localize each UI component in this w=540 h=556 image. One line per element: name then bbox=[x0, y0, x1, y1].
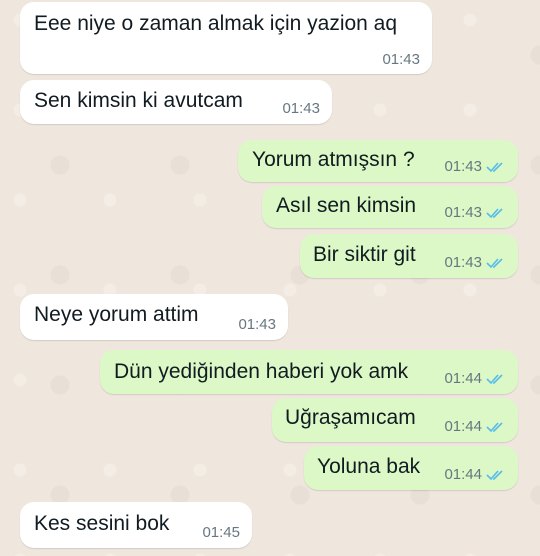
message-bubble-outgoing[interactable]: Asıl sen kimsin 01:43 bbox=[262, 186, 518, 228]
message-time: 01:43 bbox=[282, 100, 320, 117]
double-check-read-icon bbox=[486, 373, 503, 384]
message-bubble-outgoing[interactable]: Yorum atmışsın ? 01:43 bbox=[238, 140, 518, 182]
message-bubble-incoming[interactable]: Eee niye o zaman almak için yazion aq 01… bbox=[20, 2, 432, 74]
message-time: 01:44 bbox=[444, 418, 482, 435]
message-timestamp: 01:43 bbox=[238, 316, 276, 333]
message-timestamp: 01:43 bbox=[444, 254, 506, 271]
message-text: Uğraşamıcam bbox=[285, 406, 416, 429]
message-time: 01:43 bbox=[444, 254, 482, 271]
message-text: Sen kimsin ki avutcam bbox=[34, 89, 243, 112]
message-timestamp: 01:44 bbox=[444, 418, 506, 435]
message-text: Kes sesini bok bbox=[34, 512, 170, 535]
message-time: 01:43 bbox=[444, 204, 482, 221]
message-text: Yoluna bak bbox=[317, 455, 421, 478]
message-bubble-outgoing[interactable]: Bir siktir git 01:43 bbox=[300, 234, 518, 278]
message-timestamp: 01:43 bbox=[444, 204, 506, 221]
message-text: Eee niye o zaman almak için yazion aq bbox=[34, 12, 398, 35]
double-check-read-icon bbox=[486, 207, 503, 218]
message-bubble-outgoing[interactable]: Dün yediğinden haberi yok amk 01:44 bbox=[100, 350, 518, 394]
message-text: Dün yediğinden haberi yok amk bbox=[114, 360, 409, 383]
message-timestamp: 01:44 bbox=[444, 370, 506, 387]
message-time: 01:43 bbox=[238, 316, 276, 333]
double-check-read-icon bbox=[486, 257, 503, 268]
double-check-read-icon bbox=[486, 161, 503, 172]
message-bubble-incoming[interactable]: Neye yorum attim 01:43 bbox=[20, 294, 288, 340]
message-time: 01:45 bbox=[202, 524, 240, 541]
message-bubble-incoming[interactable]: Kes sesini bok 01:45 bbox=[20, 502, 252, 548]
message-text: Yorum atmışsın ? bbox=[252, 148, 415, 171]
message-text: Bir siktir git bbox=[313, 243, 416, 266]
message-time: 01:43 bbox=[444, 158, 482, 175]
message-bubble-outgoing[interactable]: Uğraşamıcam 01:44 bbox=[272, 398, 518, 442]
double-check-read-icon bbox=[486, 421, 503, 432]
message-bubble-outgoing[interactable]: Yoluna bak 01:44 bbox=[304, 446, 518, 490]
message-time: 01:43 bbox=[382, 51, 420, 68]
double-check-read-icon bbox=[486, 469, 503, 480]
message-time: 01:44 bbox=[444, 466, 482, 483]
message-text: Neye yorum attim bbox=[34, 303, 199, 326]
message-timestamp: 01:43 bbox=[444, 158, 506, 175]
message-time: 01:44 bbox=[444, 370, 482, 387]
message-timestamp: 01:43 bbox=[282, 100, 320, 117]
message-timestamp: 01:44 bbox=[444, 466, 506, 483]
message-text: Asıl sen kimsin bbox=[276, 194, 417, 217]
message-timestamp: 01:45 bbox=[202, 524, 240, 541]
message-timestamp: 01:43 bbox=[382, 51, 420, 68]
message-bubble-incoming[interactable]: Sen kimsin ki avutcam 01:43 bbox=[20, 80, 332, 124]
